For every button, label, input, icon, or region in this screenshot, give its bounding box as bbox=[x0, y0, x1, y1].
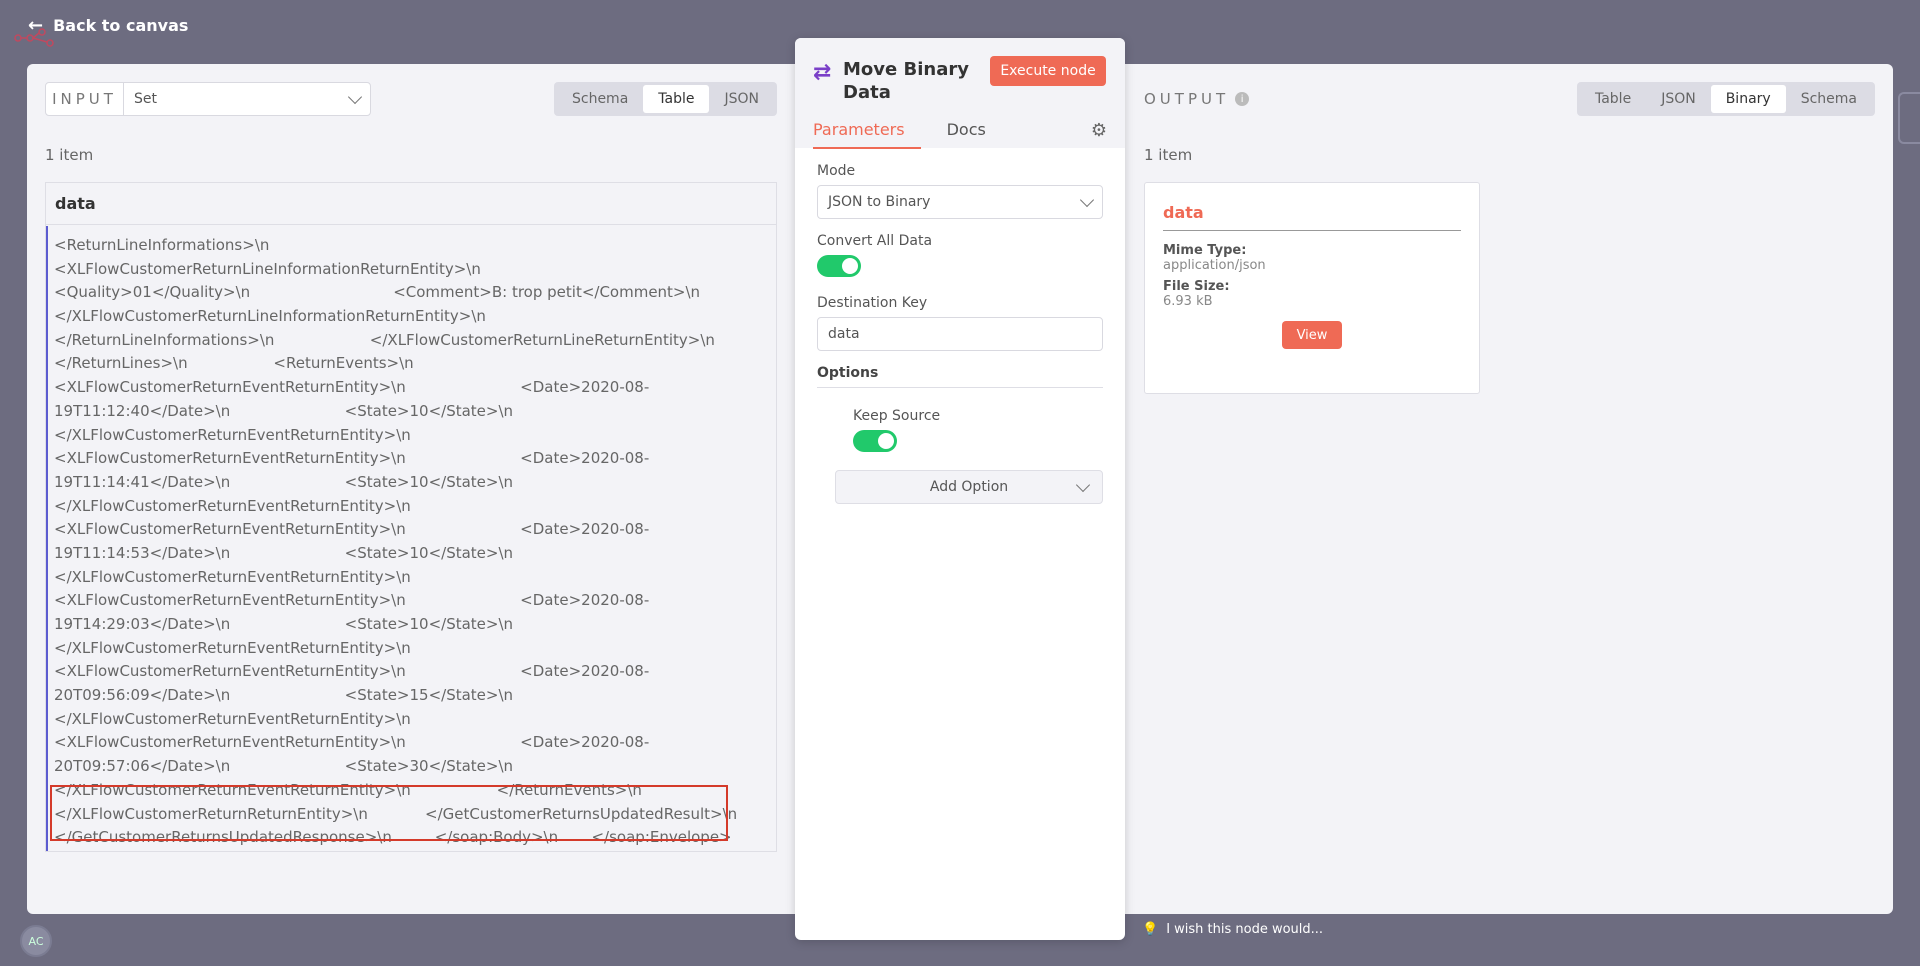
cell-line: </XLFlowCustomerReturnEventReturnEntity>… bbox=[54, 496, 411, 515]
highlight-box bbox=[50, 785, 728, 841]
cell-line: <XLFlowCustomerReturnLineInformationRetu… bbox=[54, 259, 481, 278]
tab-docs[interactable]: Docs bbox=[947, 120, 986, 149]
user-avatar[interactable]: AC bbox=[20, 925, 52, 957]
add-option-button[interactable]: Add Option bbox=[835, 470, 1103, 504]
feedback-text: I wish this node would... bbox=[1166, 922, 1324, 937]
cell-line: 19T11:12:40</Date>\n <State>10</State>\n bbox=[54, 401, 514, 420]
input-view-table[interactable]: Table bbox=[643, 85, 710, 113]
lightbulb-icon: 💡 bbox=[1142, 922, 1159, 937]
tab-parameters[interactable]: Parameters bbox=[813, 120, 921, 149]
convert-all-toggle[interactable] bbox=[817, 255, 861, 277]
keep-source-toggle[interactable] bbox=[853, 430, 897, 452]
input-node-select[interactable]: INPUT Set bbox=[45, 82, 371, 116]
mode-select[interactable]: JSON to Binary bbox=[817, 185, 1103, 219]
cell-line: </XLFlowCustomerReturnEventReturnEntity>… bbox=[54, 709, 411, 728]
binary-card: data Mime Type: application/json File Si… bbox=[1144, 182, 1480, 394]
data-cell[interactable]: <ReturnLineInformations>\n <XLFlowCustome… bbox=[46, 226, 776, 851]
mime-type-label: Mime Type: bbox=[1163, 243, 1247, 258]
chevron-down-icon bbox=[347, 89, 363, 104]
chevron-down-icon bbox=[1075, 477, 1091, 493]
file-size-label: File Size: bbox=[1163, 279, 1230, 294]
back-to-canvas-link[interactable]: ← Back to canvas bbox=[28, 15, 188, 36]
add-option-label: Add Option bbox=[929, 479, 1009, 495]
gear-icon[interactable]: ⚙ bbox=[1091, 120, 1107, 141]
feedback-link[interactable]: 💡 I wish this node would... bbox=[1142, 922, 1323, 937]
cell-line: </ReturnLines>\n <ReturnEvents>\n bbox=[54, 354, 414, 373]
cell-line: 19T11:14:41</Date>\n <State>10</State>\n bbox=[54, 472, 514, 491]
cell-line: 20T09:57:06</Date>\n <State>30</State>\n bbox=[54, 757, 514, 776]
cell-line: 19T14:29:03</Date>\n <State>10</State>\n bbox=[54, 615, 514, 633]
output-pane: OUTPUT i Table JSON Binary Schema 1 item… bbox=[1144, 82, 1875, 394]
input-item-count: 1 item bbox=[45, 146, 94, 164]
mode-label: Mode bbox=[817, 163, 856, 179]
cell-line: <XLFlowCustomerReturnEventReturnEntity>\… bbox=[54, 449, 650, 468]
output-view-json[interactable]: JSON bbox=[1646, 85, 1711, 113]
cell-line: </XLFlowCustomerReturnLineInformationRet… bbox=[54, 307, 486, 326]
arrow-left-icon: ← bbox=[28, 15, 44, 36]
keep-source-label: Keep Source bbox=[853, 408, 941, 424]
output-label: OUTPUT bbox=[1144, 90, 1230, 108]
cell-line: 20T09:56:09</Date>\n <State>15</State>\n bbox=[54, 686, 514, 705]
cell-line: </XLFlowCustomerReturnEventReturnEntity>… bbox=[54, 425, 411, 444]
info-icon[interactable]: i bbox=[1235, 92, 1250, 106]
input-label: INPUT bbox=[46, 83, 124, 115]
view-binary-button[interactable]: View bbox=[1282, 321, 1342, 349]
node-title[interactable]: Move Binary Data bbox=[843, 58, 973, 104]
cell-line: </ReturnLineInformations>\n </XLFlowCust… bbox=[54, 330, 715, 349]
cell-line: </XLFlowCustomerReturnEventReturnEntity>… bbox=[54, 638, 411, 657]
cell-line: <XLFlowCustomerReturnEventReturnEntity>\… bbox=[54, 520, 650, 539]
output-item-count: 1 item bbox=[1144, 146, 1193, 164]
output-view-schema[interactable]: Schema bbox=[1786, 85, 1872, 113]
cell-line: </XLFlowCustomerReturnEventReturnEntity>… bbox=[54, 567, 411, 586]
cell-line-truncated bbox=[54, 226, 776, 234]
cell-line: <XLFlowCustomerReturnEventReturnEntity>\… bbox=[54, 662, 650, 681]
cell-line: <ReturnLineInformations>\n bbox=[54, 236, 270, 254]
mode-value: JSON to Binary bbox=[828, 194, 931, 210]
chevron-down-icon bbox=[1079, 192, 1095, 207]
input-view-schema[interactable]: Schema bbox=[557, 85, 643, 113]
cell-line: 19T11:14:53</Date>\n <State>10</State>\n bbox=[54, 543, 514, 562]
destination-key-input[interactable]: data bbox=[817, 317, 1103, 351]
move-binary-data-icon: ⇄ bbox=[813, 60, 832, 85]
mime-type-value: application/json bbox=[1163, 258, 1266, 273]
output-view-binary[interactable]: Binary bbox=[1710, 85, 1786, 113]
back-to-canvas-label: Back to canvas bbox=[53, 16, 189, 35]
input-pane: INPUT Set Schema Table JSON 1 item data bbox=[45, 82, 777, 852]
canvas-edge-handle bbox=[1898, 92, 1920, 144]
node-settings-panel: ⇄ Move Binary Data Execute node Paramete… bbox=[795, 38, 1125, 940]
file-size-value: 6.93 kB bbox=[1163, 294, 1213, 309]
cell-line: <XLFlowCustomerReturnEventReturnEntity>\… bbox=[54, 378, 650, 397]
convert-all-label: Convert All Data bbox=[817, 233, 933, 249]
cell-line: <XLFlowCustomerReturnEventReturnEntity>\… bbox=[54, 591, 650, 610]
options-heading: Options bbox=[817, 365, 1103, 388]
binary-title: data bbox=[1163, 203, 1461, 231]
input-data-table[interactable]: data <ReturnLineInformations>\n <XLFlowCu… bbox=[45, 182, 777, 852]
cell-line: <XLFlowCustomerReturnEventReturnEntity>\… bbox=[54, 733, 650, 752]
output-view-table[interactable]: Table bbox=[1580, 85, 1646, 113]
input-node-value: Set bbox=[134, 91, 157, 107]
output-view-switch: Table JSON Binary Schema bbox=[1576, 82, 1875, 116]
execute-node-button[interactable]: Execute node bbox=[990, 56, 1106, 86]
input-view-switch: Schema Table JSON bbox=[553, 82, 777, 116]
cell-line: <Quality>01</Quality>\n <Comment>B: trop… bbox=[54, 283, 701, 302]
input-view-json[interactable]: JSON bbox=[709, 85, 774, 113]
destination-key-label: Destination Key bbox=[817, 295, 928, 311]
column-header: data bbox=[46, 183, 776, 225]
